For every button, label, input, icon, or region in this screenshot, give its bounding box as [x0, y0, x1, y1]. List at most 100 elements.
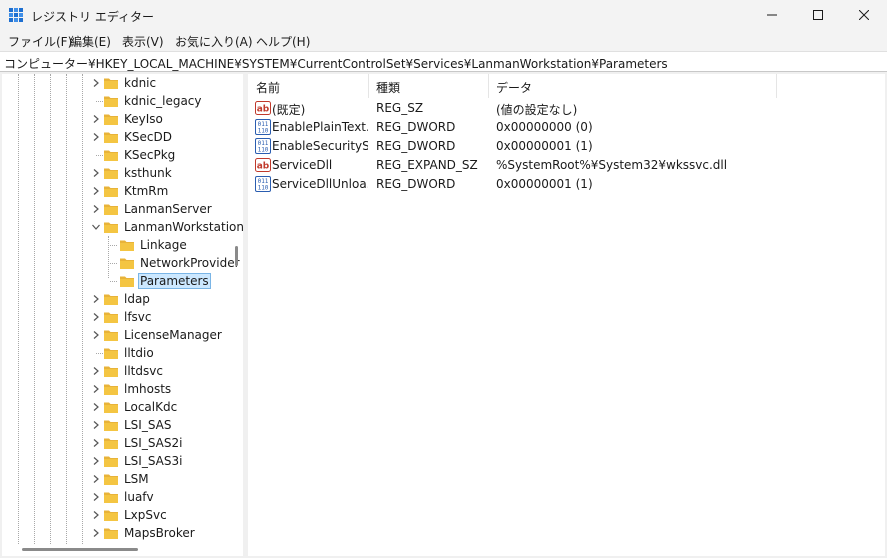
string-value-icon: ab — [255, 157, 271, 173]
menu-favorites[interactable]: お気に入り(A) — [175, 33, 253, 50]
chevron-right-icon[interactable] — [90, 164, 102, 182]
tree-item[interactable]: lltdio — [2, 344, 238, 362]
tree-item-label[interactable]: Linkage — [138, 238, 189, 252]
chevron-right-icon[interactable] — [90, 362, 102, 380]
tree-item[interactable]: ksthunk — [2, 164, 238, 182]
tree-item-label[interactable]: LSI_SAS — [122, 418, 174, 432]
menu-edit[interactable]: 編集(E) — [70, 33, 111, 50]
tree-item[interactable]: KSecPkg — [2, 146, 238, 164]
maximize-button[interactable] — [795, 0, 841, 30]
chevron-right-icon[interactable] — [90, 470, 102, 488]
column-header-name[interactable]: 名前 — [248, 74, 368, 98]
chevron-right-icon[interactable] — [90, 290, 102, 308]
column-header-data[interactable]: データ — [488, 74, 776, 98]
tree-item-label[interactable]: KSecDD — [122, 130, 174, 144]
tree-item-label[interactable]: KSecPkg — [122, 148, 177, 162]
minimize-button[interactable] — [749, 0, 795, 30]
tree-item[interactable]: LSI_SAS — [2, 416, 238, 434]
tree-item[interactable]: Parameters — [2, 272, 238, 290]
chevron-right-icon[interactable] — [90, 128, 102, 146]
tree-item-label[interactable]: LanmanServer — [122, 202, 214, 216]
tree-item-label[interactable]: LxpSvc — [122, 508, 169, 522]
chevron-right-icon[interactable] — [90, 398, 102, 416]
folder-icon — [103, 165, 119, 181]
tree-item-label[interactable]: LSM — [122, 472, 151, 486]
tree-item-label[interactable]: kdnic_legacy — [122, 94, 204, 108]
tree-item-label[interactable]: Parameters — [138, 273, 211, 289]
value-row[interactable]: 011 110 ServiceDllUnloa... REG_DWORD 0x00000… — [248, 174, 885, 193]
chevron-down-icon[interactable] — [90, 218, 102, 236]
address-path[interactable]: コンピューター¥HKEY_LOCAL_MACHINE¥SYSTEM¥Curren… — [4, 55, 668, 72]
value-row[interactable]: ab (既定) REG_SZ (値の設定なし) — [248, 98, 885, 117]
tree-item[interactable]: lmhosts — [2, 380, 238, 398]
menu-view[interactable]: 表示(V) — [122, 33, 164, 50]
menu-help[interactable]: ヘルプ(H) — [256, 33, 310, 50]
close-button[interactable] — [841, 0, 887, 30]
tree-item[interactable]: LanmanServer — [2, 200, 238, 218]
tree-item[interactable]: KtmRm — [2, 182, 238, 200]
tree-item-label[interactable]: lfsvc — [122, 310, 154, 324]
tree-item[interactable]: ldap — [2, 290, 238, 308]
value-row[interactable]: 011 110 EnablePlainText... REG_DWORD 0x00000… — [248, 117, 885, 136]
chevron-right-icon[interactable] — [90, 74, 102, 92]
tree-item-label[interactable]: lmhosts — [122, 382, 173, 396]
column-header-type[interactable]: 種類 — [368, 74, 488, 98]
tree-item[interactable]: luafv — [2, 488, 238, 506]
tree-item[interactable]: Linkage — [2, 236, 238, 254]
tree-item-label[interactable]: NetworkProvider — [138, 256, 242, 270]
tree-item-label[interactable]: luafv — [122, 490, 156, 504]
value-row[interactable]: ab ServiceDll REG_EXPAND_SZ %SystemRoot%¥Sy… — [248, 155, 885, 174]
tree-item[interactable]: NetworkProvider — [2, 254, 240, 272]
tree-item-label[interactable]: LanmanWorkstation — [122, 220, 243, 234]
tree-item[interactable]: LocalKdc — [2, 398, 238, 416]
tree-item[interactable]: LicenseManager — [2, 326, 238, 344]
address-bar[interactable]: コンピューター¥HKEY_LOCAL_MACHINE¥SYSTEM¥Curren… — [0, 51, 887, 72]
tree-item-label[interactable]: KeyIso — [122, 112, 165, 126]
chevron-right-icon[interactable] — [90, 524, 102, 542]
tree-item-label[interactable]: ksthunk — [122, 166, 174, 180]
value-list[interactable]: 名前 種類 データ ab (既定) REG_SZ (値の設定なし) 011 110 Enab… — [248, 74, 885, 556]
tree-item[interactable]: kdnic_legacy — [2, 92, 238, 110]
folder-icon — [103, 417, 119, 433]
binary-value-icon: 011 110 — [255, 176, 271, 192]
tree-horizontal-scrollbar[interactable] — [22, 548, 138, 551]
tree-item-label[interactable]: lltdio — [122, 346, 156, 360]
tree-item[interactable]: lfsvc — [2, 308, 238, 326]
chevron-right-icon[interactable] — [90, 452, 102, 470]
tree-item[interactable]: lltdsvc — [2, 362, 238, 380]
chevron-right-icon[interactable] — [90, 308, 102, 326]
tree-item-label[interactable]: LocalKdc — [122, 400, 179, 414]
tree-vertical-scrollbar[interactable] — [235, 246, 238, 266]
tree-item-label[interactable]: MapsBroker — [122, 526, 197, 540]
tree-item[interactable]: LxpSvc — [2, 506, 238, 524]
chevron-right-icon[interactable] — [90, 488, 102, 506]
tree-item[interactable]: KeyIso — [2, 110, 238, 128]
column-divider[interactable] — [776, 74, 777, 98]
tree-item-label[interactable]: LSI_SAS3i — [122, 454, 184, 468]
tree-item[interactable]: kdnic — [2, 74, 238, 92]
tree-item-label[interactable]: LSI_SAS2i — [122, 436, 184, 450]
chevron-right-icon[interactable] — [90, 326, 102, 344]
chevron-right-icon[interactable] — [90, 110, 102, 128]
tree-item[interactable]: LSM — [2, 470, 238, 488]
tree-item[interactable]: KSecDD — [2, 128, 238, 146]
chevron-right-icon[interactable] — [90, 182, 102, 200]
tree-item[interactable]: LSI_SAS2i — [2, 434, 238, 452]
value-row[interactable]: 011110EnableSecuritySi... REG_DWORD 0x0000… — [248, 136, 885, 155]
chevron-right-icon[interactable] — [90, 380, 102, 398]
key-tree[interactable]: kdnic kdnic_legacy KeyIso KSecDD KSecPkg ksth… — [2, 74, 243, 556]
tree-item[interactable]: MapsBroker — [2, 524, 238, 542]
chevron-right-icon[interactable] — [90, 434, 102, 452]
tree-item-label[interactable]: KtmRm — [122, 184, 170, 198]
tree-item-label[interactable]: LicenseManager — [122, 328, 224, 342]
registry-editor-icon — [9, 8, 23, 22]
chevron-right-icon[interactable] — [90, 506, 102, 524]
chevron-right-icon[interactable] — [90, 200, 102, 218]
menu-file[interactable]: ファイル(F) — [8, 33, 72, 50]
tree-item-label[interactable]: lltdsvc — [122, 364, 165, 378]
tree-item[interactable]: LSI_SAS3i — [2, 452, 238, 470]
tree-item-label[interactable]: ldap — [122, 292, 152, 306]
tree-item-label[interactable]: kdnic — [122, 76, 158, 90]
tree-item[interactable]: LanmanWorkstation — [2, 218, 243, 236]
chevron-right-icon[interactable] — [90, 416, 102, 434]
